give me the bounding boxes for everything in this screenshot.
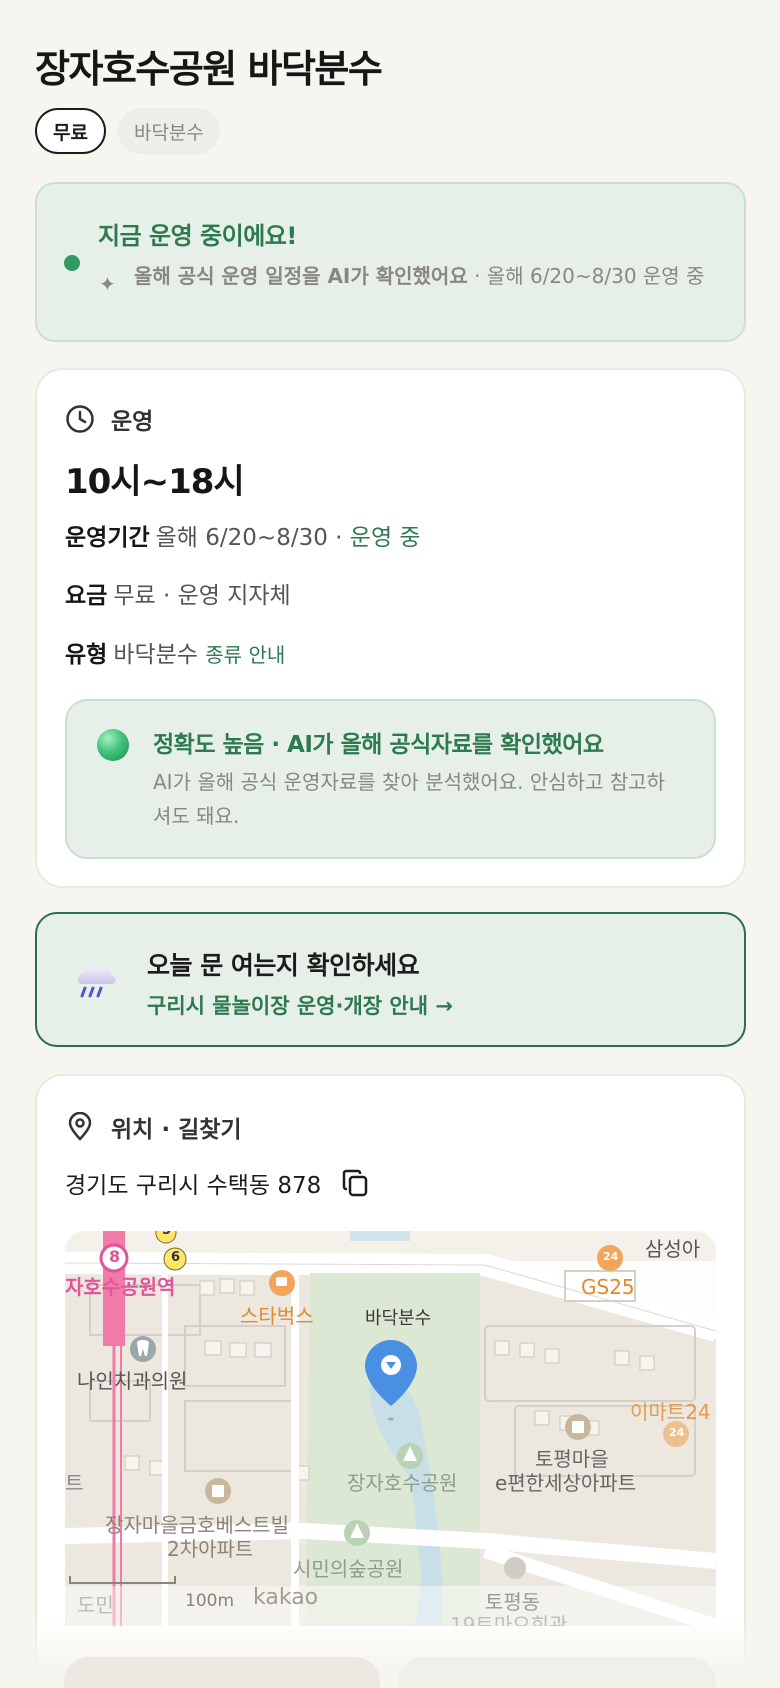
- accuracy-description: AI가 올해 공식 운영자료를 찾아 분석했어요. 안심하고 참고하셔도 돼요.: [153, 770, 666, 828]
- status-desc-strong: 올해 공식 운영 일정을 AI가 확인했어요: [134, 264, 468, 288]
- bottom-action-left[interactable]: [64, 1657, 380, 1688]
- status-description: 올해 공식 운영 일정을 AI가 확인했어요 · 올해 6/20~8/30 운영…: [134, 262, 734, 290]
- map-label-emart24: 이마트24: [630, 1400, 711, 1424]
- clock-icon: [66, 405, 94, 433]
- operating-status-card: 지금 운영 중이에요! ✦ 올해 공식 운영 일정을 AI가 확인했어요 · 올…: [35, 182, 746, 342]
- address-text: 경기도 구리시 수택동 878: [65, 1173, 322, 1199]
- fee-row: 요금 무료 · 운영 지자체: [65, 576, 291, 610]
- notice-link[interactable]: 구리시 물놀이장 운영·개장 안내 →: [147, 990, 453, 1020]
- fee-key: 요금: [65, 583, 108, 609]
- period-key: 운영기간: [65, 525, 150, 551]
- map-label-forest: 시민의숲공원: [293, 1557, 404, 1581]
- status-title: 지금 운영 중이에요!: [98, 222, 297, 250]
- map-label-e-apartment: e편한세상아파트: [495, 1471, 637, 1495]
- address-row: 경기도 구리시 수택동 878: [65, 1166, 369, 1200]
- map-label-left: 트: [65, 1471, 84, 1495]
- map-label-dental: 나인치과의원: [77, 1369, 188, 1393]
- map-scale-text: 100m: [185, 1591, 235, 1611]
- tag-type[interactable]: 바닥분수: [117, 108, 220, 154]
- operation-info-card: 운영 10시~18시 운영기간 올해 6/20~8/30 · 운영 중 요금 무료 …: [35, 368, 746, 888]
- location-card: 위치 · 길찾기 경기도 구리시 수택동 878 자호수공원역 스타벅스 바닥분…: [35, 1074, 746, 1688]
- map-brand-logo: kakao: [253, 1585, 319, 1610]
- map-emart24-icon-label: 24: [669, 1426, 685, 1439]
- location-pin-icon: [68, 1112, 92, 1141]
- period-row: 운영기간 올해 6/20~8/30 · 운영 중: [65, 518, 421, 552]
- page-title: 장자호수공원 바닥분수: [35, 47, 383, 91]
- map-label-kumho-2: 2차아파트: [167, 1537, 254, 1561]
- accuracy-box: 정확도 높음 · AI가 올해 공식자료를 확인했어요 AI가 올해 공식 운영…: [65, 699, 716, 859]
- operation-section-header: 운영: [65, 402, 153, 436]
- accuracy-orb-icon: [97, 729, 129, 761]
- tag-list: 무료 바닥분수: [35, 108, 220, 154]
- map-label-samsung: 삼성아: [645, 1237, 701, 1261]
- type-key: 유형: [65, 642, 108, 668]
- map-label-fountain: 바닥분수: [365, 1308, 432, 1329]
- map-label-station: 자호수공원역: [65, 1275, 176, 1299]
- accuracy-title: 정확도 높음 · AI가 올해 공식자료를 확인했어요: [153, 732, 604, 758]
- map-bus-badge-6: 6: [171, 1250, 181, 1265]
- check-open-notice-card[interactable]: 오늘 문 여는지 확인하세요 구리시 물놀이장 운영·개장 안내 →: [35, 912, 746, 1047]
- map-label-starbucks: 스타벅스: [240, 1304, 314, 1328]
- location-section-header: 위치 · 길찾기: [65, 1110, 242, 1144]
- type-row: 유형 바닥분수 종류 안내: [65, 635, 285, 669]
- rain-cloud-icon: [77, 966, 116, 998]
- period-status: 운영 중: [349, 525, 421, 551]
- sparkle-icon: ✦: [99, 272, 116, 296]
- fee-value: 무료 · 운영 지자체: [113, 583, 291, 609]
- map-subway-line-badge: 8: [109, 1247, 121, 1266]
- notice-title: 오늘 문 여는지 확인하세요: [147, 951, 420, 980]
- map-gs25-icon-label: 24: [603, 1250, 619, 1263]
- copy-icon[interactable]: [341, 1168, 369, 1198]
- tag-free[interactable]: 무료: [35, 108, 106, 154]
- operation-section-label: 운영: [111, 409, 154, 435]
- status-desc-rest: · 올해 6/20~8/30 운영 중: [467, 264, 705, 288]
- bottom-action-right[interactable]: [398, 1657, 716, 1688]
- type-guide-link[interactable]: 종류 안내: [205, 643, 285, 667]
- map-label-park: 장자호수공원: [347, 1471, 458, 1495]
- operating-hours: 10시~18시: [65, 462, 245, 502]
- type-value: 바닥분수: [113, 642, 198, 668]
- period-value: 올해 6/20~8/30 ·: [155, 525, 350, 551]
- map-label-left-bottom: 도민: [77, 1593, 114, 1617]
- map-view[interactable]: 자호수공원역 스타벅스 바닥분수 나인치과의원 삼성아 GS25 이마트24 토…: [65, 1231, 716, 1626]
- status-dot-icon: [64, 255, 80, 271]
- map-label-gs25: GS25: [581, 1275, 635, 1299]
- location-section-label: 위치 · 길찾기: [111, 1117, 242, 1143]
- map-bus-badge-5: 5: [162, 1231, 171, 1238]
